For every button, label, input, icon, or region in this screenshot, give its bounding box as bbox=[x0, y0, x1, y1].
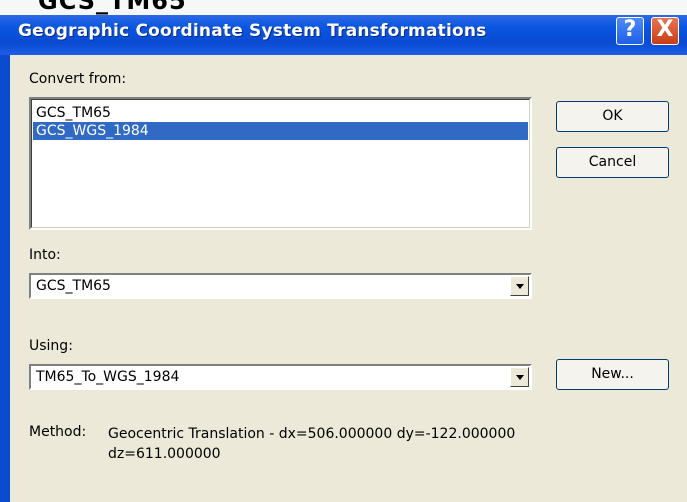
background-window-text: GCS_TM65 bbox=[38, 0, 187, 15]
ok-button[interactable]: OK bbox=[556, 101, 669, 132]
help-icon: ? bbox=[623, 17, 637, 42]
method-value: Geocentric Translation - dx=506.000000 d… bbox=[108, 426, 516, 462]
window-frame-left bbox=[0, 55, 10, 502]
method-label: Method: bbox=[29, 424, 87, 440]
close-button[interactable]: X bbox=[651, 17, 679, 45]
using-label: Using: bbox=[29, 338, 73, 354]
into-dropdown[interactable]: GCS_TM65 bbox=[29, 273, 532, 299]
chevron-down-icon[interactable] bbox=[510, 367, 529, 387]
background-window-fragment: GCS_TM65 bbox=[0, 0, 687, 15]
into-value: GCS_TM65 bbox=[36, 278, 111, 294]
window-title: Geographic Coordinate System Transformat… bbox=[18, 21, 487, 41]
new-button[interactable]: New... bbox=[556, 359, 669, 390]
close-icon: X bbox=[656, 17, 674, 42]
convert-from-list[interactable]: GCS_TM65 GCS_WGS_1984 bbox=[29, 97, 532, 230]
list-item-selected[interactable]: GCS_WGS_1984 bbox=[33, 122, 528, 140]
using-value: TM65_To_WGS_1984 bbox=[36, 369, 180, 385]
convert-from-label: Convert from: bbox=[29, 71, 127, 87]
cancel-button[interactable]: Cancel bbox=[556, 147, 669, 178]
list-item[interactable]: GCS_TM65 bbox=[33, 104, 528, 122]
method-row: Method: Geocentric Translation - dx=506.… bbox=[29, 424, 515, 462]
into-label: Into: bbox=[29, 247, 61, 263]
using-dropdown[interactable]: TM65_To_WGS_1984 bbox=[29, 364, 532, 390]
dialog-window: GCS_TM65 Geographic Coordinate System Tr… bbox=[0, 0, 687, 502]
help-button[interactable]: ? bbox=[616, 17, 644, 45]
chevron-down-icon[interactable] bbox=[510, 276, 529, 296]
